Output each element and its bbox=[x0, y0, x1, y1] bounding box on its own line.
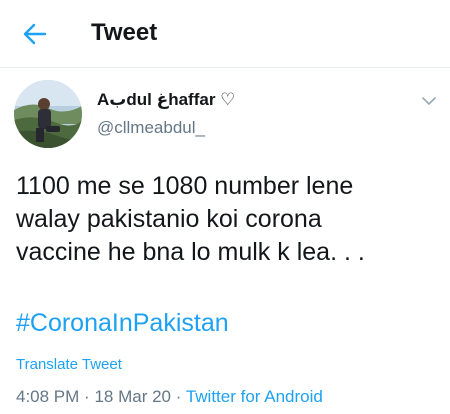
back-button[interactable] bbox=[20, 20, 50, 48]
author-display-name[interactable]: Aبdul غhaffar ♡ bbox=[97, 89, 235, 111]
arrow-left-icon bbox=[23, 23, 47, 45]
tweet-text-line: 1100 me se 1080 number lene bbox=[16, 172, 354, 200]
page-title: Tweet bbox=[91, 19, 158, 46]
chevron-down-icon bbox=[422, 96, 436, 105]
tweet-date: 18 Mar 20 bbox=[94, 387, 171, 406]
hashtag-link[interactable]: #CoronaInPakistan bbox=[16, 307, 229, 339]
tweet-header: Tweet bbox=[0, 0, 450, 68]
tweet-source-link[interactable]: Twitter for Android bbox=[186, 387, 323, 406]
avatar[interactable] bbox=[14, 80, 82, 148]
translate-tweet-link[interactable]: Translate Tweet bbox=[16, 355, 122, 375]
more-options-button[interactable] bbox=[418, 92, 440, 110]
tweet-text-line: vaccine he bna lo mulk k lea. . . bbox=[16, 238, 365, 266]
tweet-text: 1100 me se 1080 number lene walay pakist… bbox=[16, 170, 436, 269]
avatar-image bbox=[14, 80, 82, 148]
meta-separator: · bbox=[84, 387, 90, 406]
tweet-time: 4:08 PM bbox=[16, 387, 80, 406]
author-handle[interactable]: @cllmeabdul_ bbox=[97, 117, 205, 139]
tweet-metadata: 4:08 PM · 18 Mar 20 · Twitter for Androi… bbox=[16, 386, 323, 408]
tweet-text-line: walay pakistanio koi corona bbox=[16, 205, 322, 233]
meta-separator: · bbox=[175, 387, 182, 406]
